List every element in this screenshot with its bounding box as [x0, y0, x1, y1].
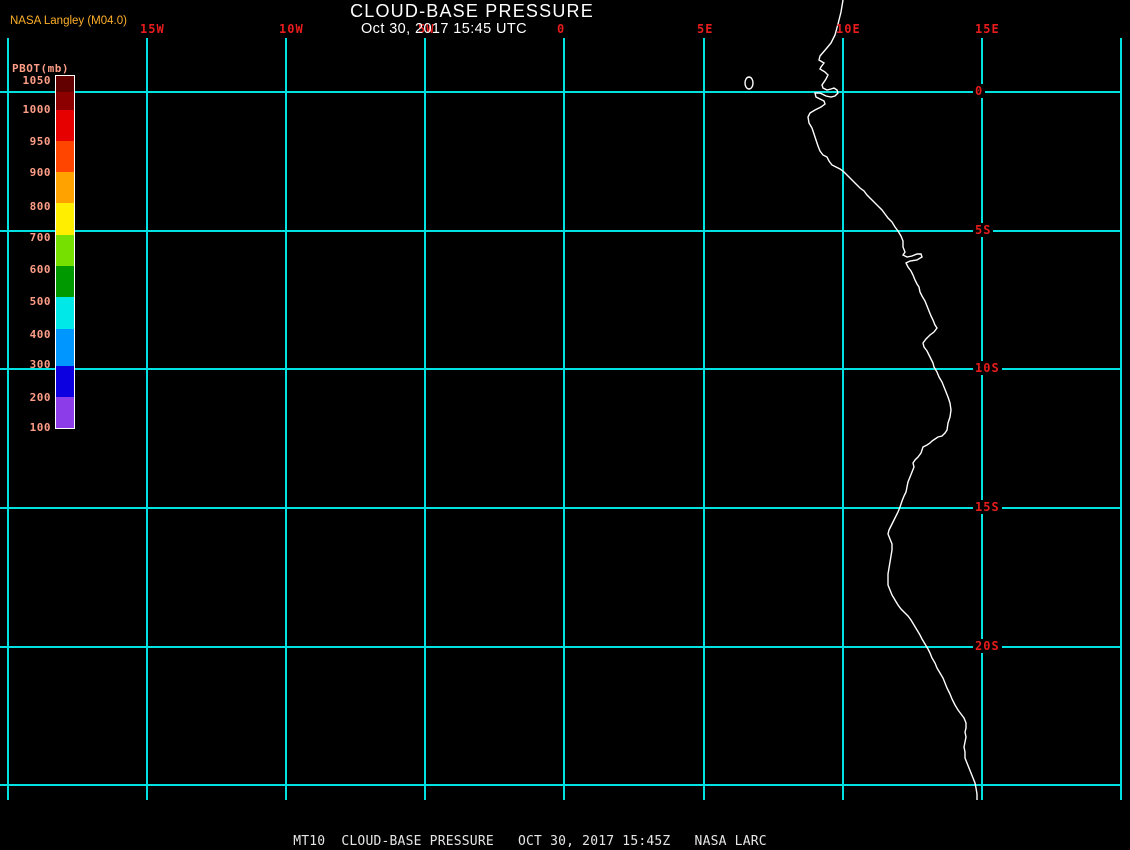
coastline-layer — [744, 0, 978, 800]
colorbar-segment — [56, 366, 74, 397]
colorbar-segment — [56, 203, 74, 235]
colorbar-tick-200: 200 — [29, 391, 51, 404]
page-title: CLOUD-BASE PRESSURE — [350, 1, 594, 21]
colorbar-segment — [56, 297, 74, 329]
colorbar-segment — [56, 172, 74, 203]
grid-line-horizontal — [0, 646, 1121, 648]
title-datetime: Oct 30, 2017 15:45 UTC — [361, 21, 527, 37]
grid-line-horizontal — [0, 784, 1121, 786]
colorbar-tick-950: 950 — [29, 135, 51, 148]
colorbar-tick-300: 300 — [29, 358, 51, 371]
colorbar-tick-500: 500 — [29, 295, 51, 308]
lat-label-20S: 20S — [973, 639, 1002, 653]
grid-line-vertical — [981, 38, 983, 800]
colorbar — [55, 75, 75, 429]
lon-label-15E: 15E — [975, 22, 1000, 36]
lon-label-10W: 10W — [279, 22, 304, 36]
colorbar-tick-600: 600 — [29, 263, 51, 276]
coastline-path — [807, 0, 978, 800]
grid-line-vertical — [563, 38, 565, 800]
lat-label-15S: 15S — [973, 500, 1002, 514]
grid-line-horizontal — [0, 507, 1121, 509]
island-outline — [744, 76, 754, 90]
grid-line-vertical — [424, 38, 426, 800]
lon-label-10E: 10E — [836, 22, 861, 36]
grid-line-horizontal — [0, 368, 1121, 370]
grid-line-vertical — [703, 38, 705, 800]
colorbar-tick-1000: 1000 — [22, 103, 51, 116]
colorbar-segment — [56, 235, 74, 266]
grid-line-vertical — [1120, 38, 1122, 800]
colorbar-segment — [56, 397, 74, 428]
colorbar-tick-900: 900 — [29, 166, 51, 179]
lon-label-5E: 5E — [697, 22, 714, 36]
lon-label-15W: 15W — [140, 22, 165, 36]
colorbar-segment — [56, 76, 74, 92]
colorbar-tick-100: 100 — [29, 421, 51, 434]
lat-label-0: 0 — [973, 84, 986, 98]
colorbar-tick-1050: 1050 — [22, 74, 51, 87]
colorbar-segment — [56, 266, 74, 297]
grid-line-vertical — [146, 38, 148, 800]
grid-line-vertical — [842, 38, 844, 800]
lat-label-5S: 5S — [973, 223, 994, 237]
colorbar-segment — [56, 329, 74, 366]
colorbar-segment — [56, 110, 74, 141]
lat-label-10S: 10S — [973, 361, 1002, 375]
colorbar-tick-400: 400 — [29, 328, 51, 341]
lon-label-0: 0 — [557, 22, 566, 36]
colorbar-segment — [56, 92, 74, 110]
map-canvas: 15W 10W 5W 0 5E 10E 15E 0 5S 10S 15S 20S PBOT(mb) … — [0, 0, 1130, 850]
grid-line-horizontal — [0, 230, 1121, 232]
colorbar-segment — [56, 141, 74, 172]
colorbar-tick-700: 700 — [29, 231, 51, 244]
grid-line-horizontal — [0, 91, 1121, 93]
grid-line-vertical — [7, 38, 9, 800]
credit-text: NASA Langley (M04.0) — [10, 15, 127, 27]
grid-line-vertical — [285, 38, 287, 800]
colorbar-tick-800: 800 — [29, 200, 51, 213]
footer-caption: MT10 CLOUD-BASE PRESSURE OCT 30, 2017 15… — [293, 834, 767, 849]
